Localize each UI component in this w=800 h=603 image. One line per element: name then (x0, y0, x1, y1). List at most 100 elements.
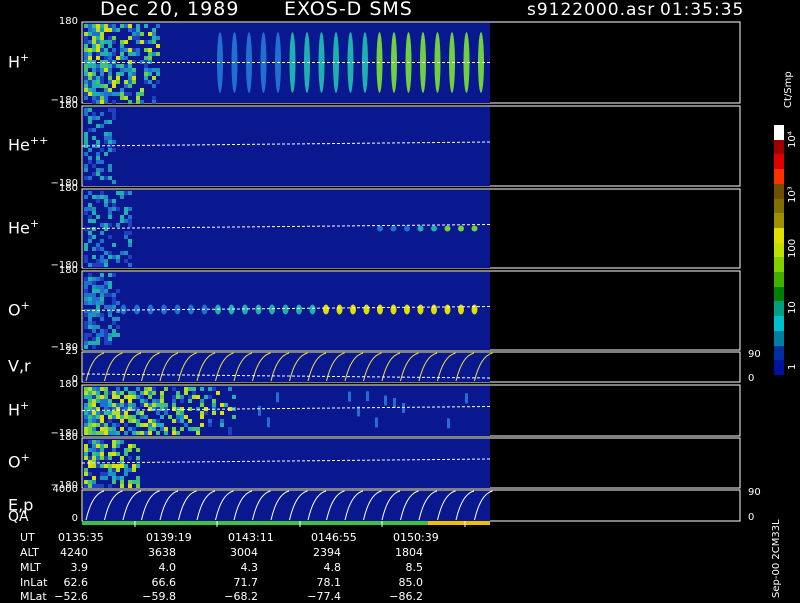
noise-cell (144, 72, 148, 76)
noise-cell (100, 84, 104, 88)
noise-cell (108, 28, 112, 32)
noise-cell (112, 80, 116, 84)
noise-cell (128, 223, 132, 227)
noise-cell (84, 152, 88, 156)
noise-cell (172, 431, 176, 435)
noise-cell (120, 484, 124, 488)
noise-cell (124, 84, 128, 88)
noise-cell (104, 403, 108, 407)
noise-cell (92, 423, 96, 427)
colorbar-segment (774, 257, 784, 273)
noise-cell (92, 24, 96, 28)
noise-cell (132, 395, 136, 399)
noise-cell (104, 136, 108, 140)
noise-cell (136, 448, 140, 452)
panel-label-text: He (8, 217, 30, 237)
noise-cell (100, 239, 104, 243)
noise-cell (156, 419, 160, 423)
noise-cell (132, 468, 136, 472)
noise-cell (148, 431, 152, 435)
noise-cell (96, 484, 100, 488)
noise-cell (120, 88, 124, 92)
noise-cell (136, 24, 140, 28)
noise-cell (108, 56, 112, 60)
noise-cell (128, 263, 132, 267)
noise-cell (104, 132, 108, 136)
noise-cell (108, 132, 112, 136)
noise-cell (180, 419, 184, 423)
eph-cell: 4.3 (240, 561, 259, 574)
noise-cell (116, 255, 120, 259)
noise-cell (144, 56, 148, 60)
noise-cell (176, 419, 180, 423)
noise-cell (100, 329, 104, 333)
colorbar-segment (774, 213, 784, 229)
noise-cell (112, 431, 116, 435)
noise-cell (120, 195, 124, 199)
noise-cell (88, 108, 92, 112)
noise-cell (108, 341, 112, 345)
noise-cell (88, 313, 92, 317)
noise-cell (104, 456, 108, 460)
noise-cell (212, 411, 216, 415)
noise-cell (108, 391, 112, 395)
noise-cell (220, 423, 224, 427)
noise-cell (140, 431, 144, 435)
noise-cell (124, 472, 128, 476)
noise-cell (136, 40, 140, 44)
noise-cell (108, 164, 112, 168)
noise-cell (112, 427, 116, 431)
noise-cell (124, 452, 128, 456)
noise-cell (92, 96, 96, 100)
noise-cell (204, 395, 208, 399)
noise-cell (92, 36, 96, 40)
noise-cell (88, 203, 92, 207)
noise-cell (120, 96, 124, 100)
noise-cell (84, 132, 88, 136)
noise-cell (88, 431, 92, 435)
noise-cell (180, 399, 184, 403)
noise-cell (96, 96, 100, 100)
noise-cell (148, 80, 152, 84)
noise-cell (108, 207, 112, 211)
noise-cell (108, 415, 112, 419)
noise-cell (156, 399, 160, 403)
noise-cell (172, 427, 176, 431)
eph-cell: −86.2 (389, 590, 423, 603)
noise-cell (96, 92, 100, 96)
noise-cell (88, 427, 92, 431)
noise-cell (108, 333, 112, 337)
right-tick-top: 90 (748, 487, 761, 498)
noise-cell (128, 419, 132, 423)
noise-cell (88, 317, 92, 321)
noise-cell (104, 68, 108, 72)
blob (458, 225, 464, 232)
noise-cell (108, 431, 112, 435)
noise-cell (124, 468, 128, 472)
noise-cell (100, 247, 104, 251)
noise-cell (92, 80, 96, 84)
noise-cell (120, 24, 124, 28)
noise-cell (84, 140, 88, 144)
noise-cell (136, 387, 140, 391)
colorbar-segment (774, 154, 784, 170)
eph-cell: 3004 (230, 546, 258, 559)
noise-cell (100, 195, 104, 199)
noise-cell (128, 219, 132, 223)
noise-cell (96, 464, 100, 468)
noise-cell (148, 48, 152, 52)
noise-cell (132, 68, 136, 72)
noise-cell (128, 68, 132, 72)
noise-cell (124, 431, 128, 435)
noise-cell (88, 387, 92, 391)
noise-cell (88, 148, 92, 152)
noise-cell (84, 68, 88, 72)
blob (431, 304, 437, 315)
noise-cell (148, 407, 152, 411)
noise-cell (88, 80, 92, 84)
noise-cell (100, 419, 104, 423)
noise-cell (100, 297, 104, 301)
noise-cell (84, 423, 88, 427)
noise-cell (188, 399, 192, 403)
noise-cell (100, 273, 104, 277)
